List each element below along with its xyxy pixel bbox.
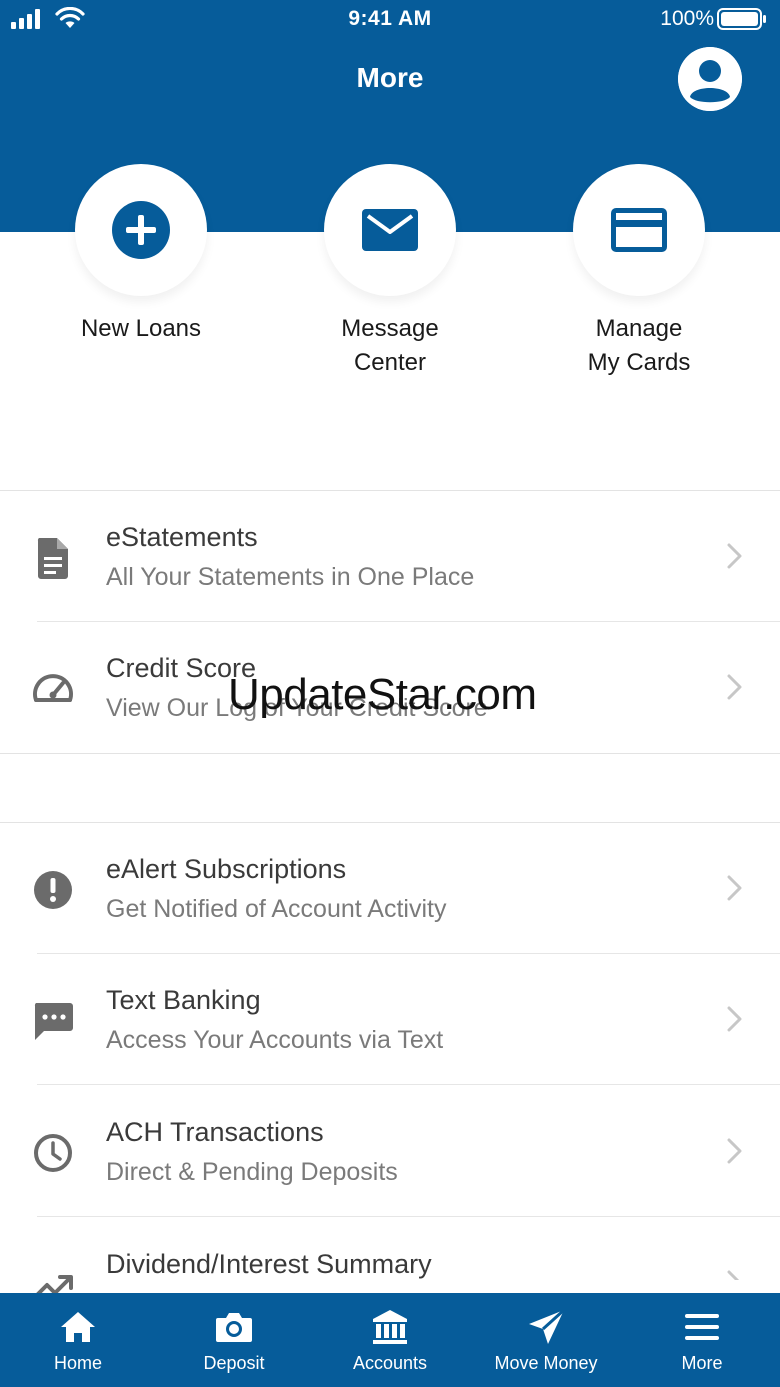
- document-icon: [37, 538, 68, 579]
- row-subtitle: Access Your Accounts via Text: [106, 1026, 444, 1054]
- row-subtitle: All Your Statements in One Place: [106, 563, 475, 591]
- new-loans-button[interactable]: New Loans: [41, 164, 241, 346]
- list-item-credit-score[interactable]: Credit Score View Our Log of Your Credit…: [0, 622, 780, 753]
- chevron-right-icon: [727, 674, 742, 700]
- manage-cards-button[interactable]: Manage My Cards: [539, 164, 739, 380]
- tab-accounts[interactable]: Accounts: [312, 1293, 468, 1387]
- tab-label: More: [681, 1353, 723, 1373]
- manage-cards-label: Manage My Cards: [587, 315, 691, 376]
- tab-label: Deposit: [203, 1353, 265, 1373]
- quick-actions: New Loans Message Center Manage My Cards: [0, 164, 780, 404]
- list-item-text-banking[interactable]: Text Banking Access Your Accounts via Te…: [0, 954, 780, 1085]
- section-gap: [0, 754, 780, 822]
- row-subtitle: View Our Log of Your Credit Score: [106, 694, 488, 722]
- tab-more[interactable]: More: [624, 1293, 780, 1387]
- menu-icon: [685, 1314, 719, 1340]
- speedometer-icon: [33, 674, 73, 702]
- envelope-icon: [362, 209, 418, 251]
- camera-icon: [216, 1313, 252, 1342]
- chevron-right-icon: [727, 1006, 742, 1032]
- row-title: eStatements: [106, 522, 258, 552]
- plus-circle-icon: [112, 201, 170, 259]
- clock-icon: [34, 1134, 72, 1172]
- page-title: More: [356, 62, 424, 93]
- tab-label: Accounts: [352, 1353, 428, 1373]
- list-item-estatements[interactable]: eStatements All Your Statements in One P…: [0, 491, 780, 622]
- bottom-tab-bar: Home Deposit Accounts Move Money More: [0, 1293, 780, 1387]
- tab-move-money[interactable]: Move Money: [468, 1293, 624, 1387]
- user-avatar-icon: [678, 47, 742, 111]
- list-item-ealert-subscriptions[interactable]: eAlert Subscriptions Get Notified of Acc…: [0, 823, 780, 954]
- send-icon: [529, 1308, 566, 1344]
- row-subtitle: Direct & Pending Deposits: [106, 1158, 398, 1186]
- row-title: ACH Transactions: [106, 1117, 324, 1147]
- list-item-ach-transactions[interactable]: ACH Transactions Direct & Pending Deposi…: [0, 1086, 780, 1217]
- row-title: Text Banking: [106, 985, 261, 1015]
- battery-icon: [717, 8, 766, 30]
- alert-icon: [34, 871, 72, 909]
- new-loans-label: New Loans: [80, 315, 202, 342]
- tab-deposit[interactable]: Deposit: [156, 1293, 312, 1387]
- credit-card-icon: [611, 208, 667, 252]
- chat-icon: [34, 1003, 73, 1040]
- row-title: Dividend/Interest Summary: [106, 1249, 432, 1279]
- message-center-label: Message Center: [341, 315, 439, 376]
- row-divider: [37, 1084, 780, 1085]
- chevron-right-icon: [727, 1138, 742, 1164]
- row-title: eAlert Subscriptions: [106, 854, 347, 884]
- row-subtitle: Get Notified of Account Activity: [106, 895, 447, 923]
- message-center-button[interactable]: Message Center: [290, 164, 490, 380]
- row-title: Credit Score: [106, 653, 257, 683]
- chevron-right-icon: [727, 543, 742, 569]
- battery-percent: 100%: [660, 7, 714, 30]
- chevron-right-icon: [727, 875, 742, 901]
- manage-cards-circle: [573, 164, 705, 296]
- profile-button[interactable]: [678, 47, 742, 111]
- bank-icon: [373, 1310, 407, 1344]
- status-bar: 9:41 AM 100%: [0, 0, 780, 40]
- message-center-circle: [324, 164, 456, 296]
- tab-label: Home: [53, 1353, 102, 1373]
- row-divider: [37, 1216, 780, 1217]
- new-loans-circle: [75, 164, 207, 296]
- tab-home[interactable]: Home: [0, 1293, 156, 1387]
- tab-label: Move Money: [494, 1353, 598, 1373]
- home-icon: [61, 1312, 95, 1342]
